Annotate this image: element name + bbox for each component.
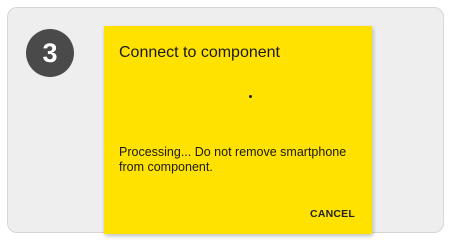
step-number-badge: 3 <box>26 29 74 77</box>
cancel-button[interactable]: CANCEL <box>310 208 355 220</box>
instruction-card: 3 Connect to component Processing... Do … <box>7 7 444 234</box>
progress-spinner-icon <box>249 95 252 98</box>
dialog-message: Processing... Do not remove smartphone f… <box>119 145 347 174</box>
connect-dialog: Connect to component Processing... Do no… <box>104 26 372 234</box>
dialog-title: Connect to component <box>119 44 280 61</box>
